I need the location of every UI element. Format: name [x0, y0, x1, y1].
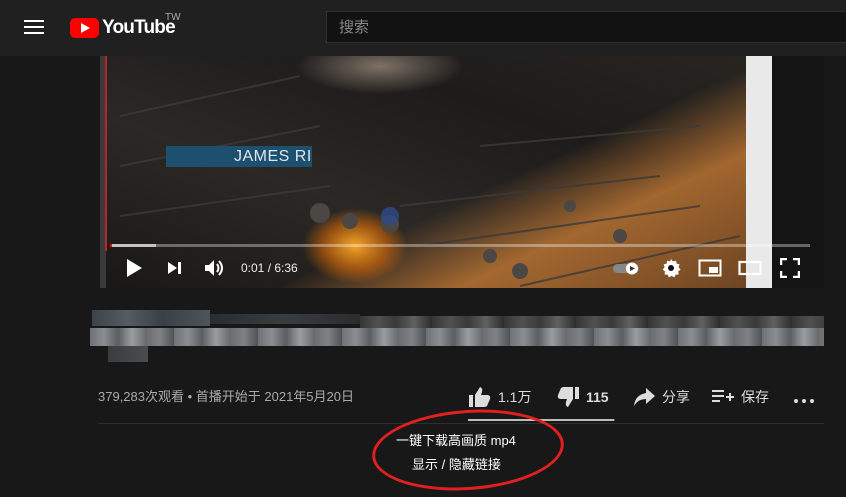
menu-icon[interactable]	[24, 19, 46, 37]
search-box[interactable]	[326, 11, 846, 43]
settings-icon[interactable]	[659, 251, 683, 285]
autoplay-toggle-icon[interactable]	[611, 251, 643, 285]
video-overlay-caption: JAMES RI	[166, 146, 312, 167]
time-display: 0:01 / 6:36	[241, 261, 298, 275]
share-icon	[634, 388, 655, 406]
next-icon[interactable]	[164, 251, 186, 285]
video-player[interactable]: JAMES RI 0:01 / 6:36	[100, 56, 824, 288]
played-bar	[110, 244, 113, 247]
save-label: 保存	[741, 389, 769, 405]
thumbs-down-icon	[557, 387, 579, 407]
save-button[interactable]: 保存	[711, 383, 769, 411]
top-bar: YouTube TW	[0, 0, 846, 56]
red-annotation-circle	[369, 403, 567, 497]
volume-icon[interactable]	[202, 251, 228, 285]
logo-text: YouTube	[102, 17, 176, 38]
view-count-date: 379,283次观看 • 首播开始于 2021年5月20日	[98, 389, 354, 404]
dislike-count: 115	[586, 389, 609, 405]
like-button[interactable]: 1.1万	[468, 383, 531, 411]
like-count: 1.1万	[498, 389, 532, 405]
overlay-text: JAMES RI	[234, 148, 312, 165]
region-label: TW	[165, 12, 181, 23]
youtube-play-icon	[70, 18, 99, 38]
share-label: 分享	[662, 389, 690, 405]
theater-icon[interactable]	[737, 251, 763, 285]
playlist-add-icon	[712, 390, 734, 402]
progress-bar[interactable]	[110, 244, 810, 247]
more-actions-button[interactable]	[792, 383, 816, 411]
share-button[interactable]: 分享	[632, 383, 690, 411]
search-input[interactable]	[327, 12, 846, 42]
play-icon[interactable]	[122, 251, 146, 285]
player-controls: 0:01 / 6:36	[100, 251, 824, 288]
fullscreen-icon[interactable]	[778, 251, 802, 285]
youtube-logo[interactable]: YouTube	[70, 14, 176, 42]
more-horizontal-icon	[794, 399, 814, 403]
buffered-bar	[110, 244, 156, 247]
dislike-button[interactable]: 115	[556, 383, 609, 411]
miniplayer-icon[interactable]	[697, 251, 723, 285]
thumbs-up-icon	[469, 387, 491, 407]
